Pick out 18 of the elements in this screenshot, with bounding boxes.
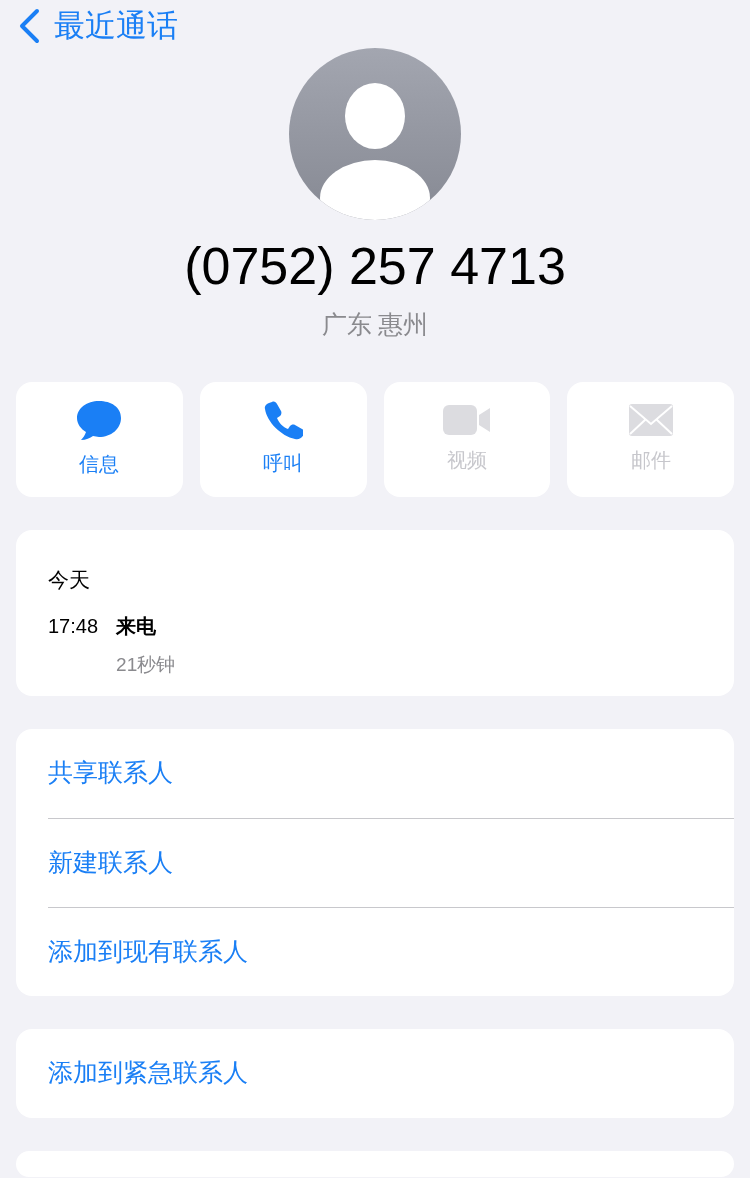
location-text: 广东 惠州 xyxy=(320,309,430,340)
list-item[interactable]: 新建联系人 xyxy=(48,817,734,907)
envelope-icon xyxy=(627,403,674,437)
avatar-icon xyxy=(289,48,461,220)
video-camera-icon xyxy=(441,403,492,437)
action-button[interactable]: 信息 xyxy=(16,381,183,497)
speech-bubble-icon xyxy=(76,399,123,441)
back-button[interactable]: 最近通话 xyxy=(16,2,178,50)
call-duration: 21秒钟 xyxy=(116,653,176,677)
list-item[interactable]: 添加到现有联系人 xyxy=(48,906,734,996)
list-item[interactable]: 共享联系人 xyxy=(48,728,734,818)
call-type: 来电 xyxy=(116,614,158,639)
call-time: 17:48 xyxy=(48,614,99,639)
back-chevron-icon xyxy=(18,8,40,44)
action-button[interactable]: 呼叫 xyxy=(199,381,367,497)
phone-icon xyxy=(263,400,304,440)
list-item[interactable]: 添加到紧急联系人 xyxy=(48,1028,734,1118)
date-label: 今天 xyxy=(48,566,91,593)
